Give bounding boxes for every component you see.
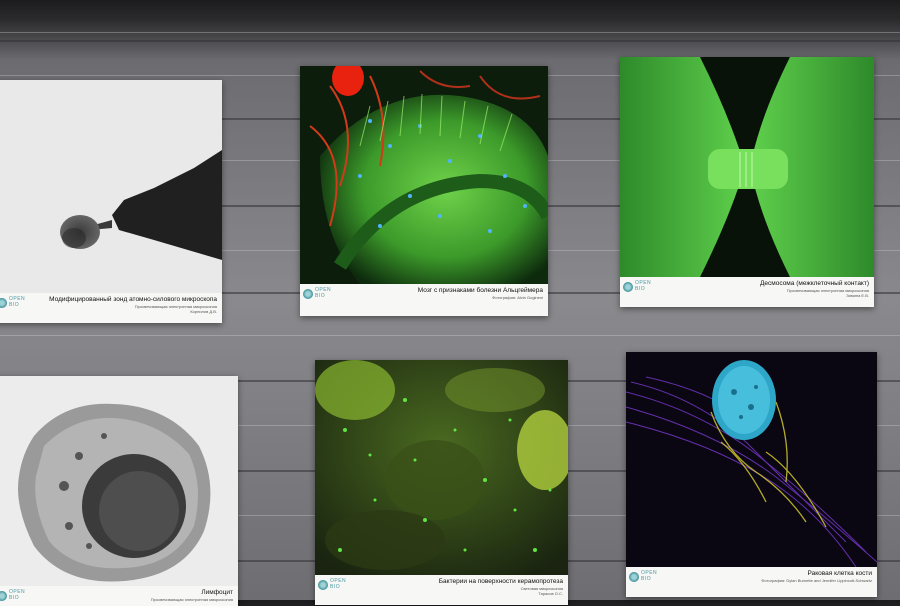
- bone-cancer-cell-image: [626, 352, 877, 567]
- panel-caption: OPEN BIO Бактерии на поверхности керамопр…: [315, 575, 568, 605]
- panel-title: Бактерии на поверхности керамопротеза: [438, 578, 563, 585]
- panel-title: Мозг с признаками болезни Альцгеймера: [417, 287, 543, 294]
- panel-author: Корнилов Д.В.: [190, 309, 217, 314]
- panel-title: Модифицированный зонд атомно-силового ми…: [49, 296, 217, 303]
- panel-caption: OPEN BIO Модифицированный зонд атомно-сил…: [0, 293, 222, 323]
- desmosome-image: [620, 57, 874, 277]
- panel-title: Лимфоцит: [201, 589, 233, 596]
- panel-caption: OPEN BIO Мозг с признаками болезни Альцге…: [300, 284, 548, 316]
- lymphocyte-image: [0, 376, 238, 586]
- wall-stripe: [0, 32, 900, 33]
- alzheimer-brain-image: [300, 66, 548, 284]
- photo-panel-bone-cancer-cell: OPEN BIO Раковая клетка кости Фотография:…: [626, 352, 877, 597]
- openbio-logo: OPEN BIO: [623, 280, 651, 294]
- photo-panel-lymphocyte: OPEN BIO Лимфоцит Просвечивающая электрон…: [0, 376, 238, 606]
- photo-panel-afm-probe: OPEN BIO Модифицированный зонд атомно-сил…: [0, 80, 222, 323]
- panel-title: Раковая клетка кости: [807, 570, 872, 577]
- openbio-logo: OPEN BIO: [0, 296, 25, 310]
- afm-probe-image: [0, 80, 222, 293]
- photo-panel-alzheimer-brain: OPEN BIO Мозг с признаками болезни Альцге…: [300, 66, 548, 316]
- panel-technique: Фотография: Alvin Gogineni: [492, 295, 543, 300]
- panel-author: Зимина Е.В.: [846, 293, 869, 298]
- openbio-logo: OPEN BIO: [303, 287, 331, 301]
- wall-stripe: [0, 40, 900, 42]
- panel-caption: OPEN BIO Десмосома (межклеточный контакт)…: [620, 277, 874, 307]
- openbio-logo: OPEN BIO: [0, 589, 25, 603]
- bacteria-image: [315, 360, 568, 575]
- panel-title: Десмосома (межклеточный контакт): [760, 280, 869, 287]
- photo-panel-desmosome: OPEN BIO Десмосома (межклеточный контакт)…: [620, 57, 874, 307]
- panel-author: Тарасов О.С.: [538, 591, 563, 596]
- openbio-logo: OPEN BIO: [318, 578, 346, 592]
- openbio-logo: OPEN BIO: [629, 570, 657, 584]
- panel-caption: OPEN BIO Лимфоцит Просвечивающая электрон…: [0, 586, 238, 606]
- photo-panel-bacteria: OPEN BIO Бактерии на поверхности керамопр…: [315, 360, 568, 605]
- panel-caption: OPEN BIO Раковая клетка кости Фотография:…: [626, 567, 877, 597]
- wall-stripe: [0, 335, 900, 336]
- panel-technique: Фотография: Dylan Burnette and Jennifer …: [761, 578, 872, 583]
